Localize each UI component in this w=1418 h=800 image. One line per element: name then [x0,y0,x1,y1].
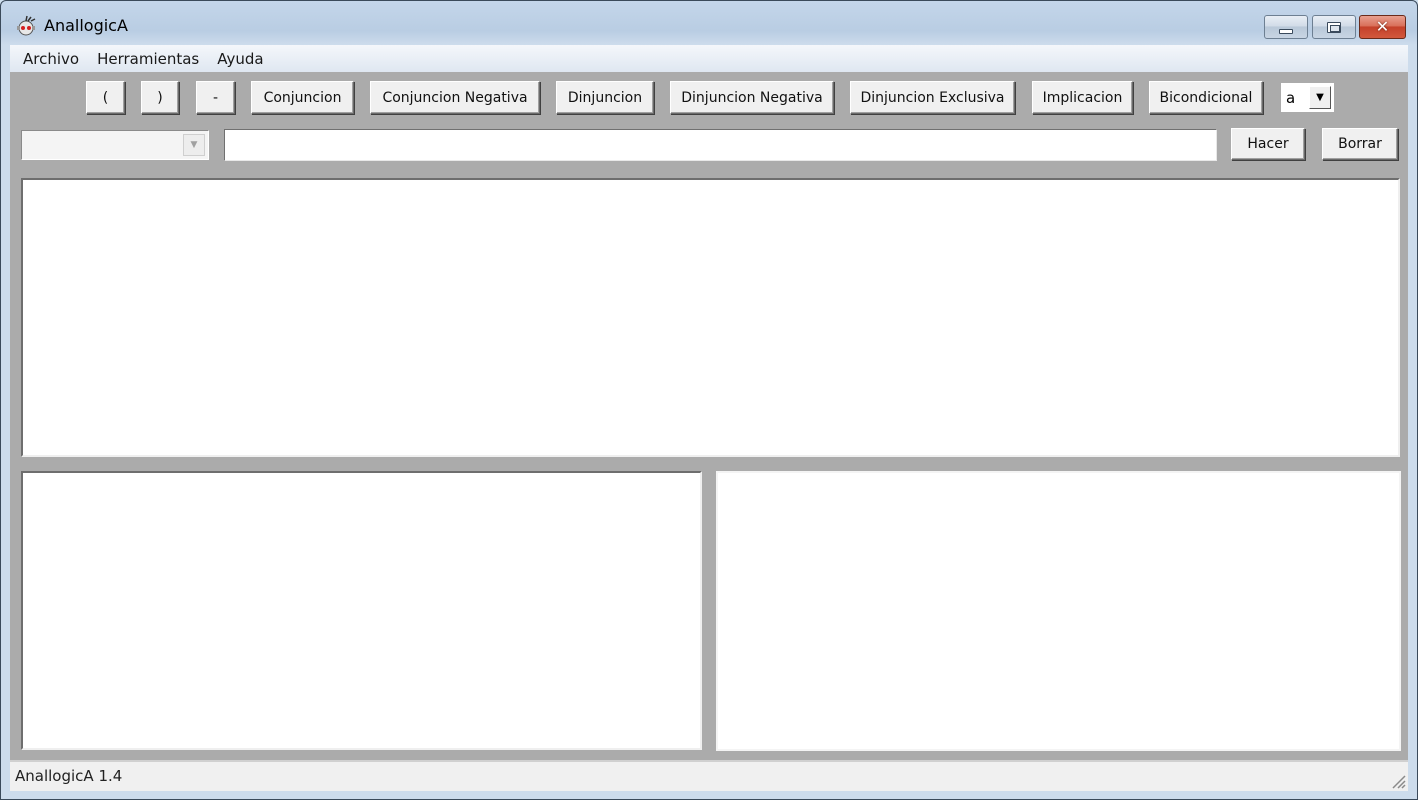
bicondicional-button[interactable]: Bicondicional [1149,81,1263,114]
dinjuncion-exclusiva-button[interactable]: Dinjuncion Exclusiva [850,81,1015,114]
hacer-button[interactable]: Hacer [1231,128,1305,160]
implicacion-button[interactable]: Implicacion [1032,81,1133,114]
negation-button[interactable]: - [196,81,235,114]
minimize-icon [1279,28,1293,34]
close-icon: ✕ [1375,17,1390,36]
variable-select-value: a [1286,88,1296,107]
window-title: AnallogicA [44,16,128,35]
open-paren-button[interactable]: ( [86,81,125,114]
variable-select[interactable]: a ▼ [1281,83,1334,112]
formula-history-combo[interactable]: ▼ [21,130,209,160]
maximize-icon [1327,21,1341,33]
bug-robot-icon [17,15,36,36]
chevron-down-icon[interactable]: ▼ [183,134,205,156]
dinjuncion-button[interactable]: Dinjuncion [556,81,654,114]
client-area: ( ) - Conjuncion Conjuncion Negativa Din… [10,72,1408,760]
borrar-button[interactable]: Borrar [1322,128,1398,160]
dinjuncion-negativa-button[interactable]: Dinjuncion Negativa [670,81,834,114]
menu-bar: Archivo Herramientas Ayuda [10,45,1408,72]
close-paren-button[interactable]: ) [141,81,179,114]
menu-archivo[interactable]: Archivo [10,50,89,68]
minimize-button[interactable] [1264,15,1308,39]
menu-ayuda[interactable]: Ayuda [209,50,273,68]
close-button[interactable]: ✕ [1359,15,1406,39]
app-window: AnallogicA ✕ Archivo Herramientas Ayuda … [0,0,1418,800]
chevron-down-icon[interactable]: ▼ [1309,86,1331,109]
resize-grip-icon[interactable] [1388,771,1406,789]
conjuncion-button[interactable]: Conjuncion [251,81,354,114]
title-bar[interactable]: AnallogicA ✕ [1,1,1417,45]
status-text: AnallogicA 1.4 [15,767,123,785]
conjuncion-negativa-button[interactable]: Conjuncion Negativa [370,81,540,114]
status-bar: AnallogicA 1.4 [10,760,1408,791]
main-output-panel[interactable] [21,178,1400,457]
maximize-button[interactable] [1312,15,1356,39]
left-output-panel[interactable] [21,471,702,750]
menu-herramientas[interactable]: Herramientas [89,50,209,68]
formula-input[interactable] [224,129,1217,161]
right-output-panel[interactable] [716,471,1401,751]
